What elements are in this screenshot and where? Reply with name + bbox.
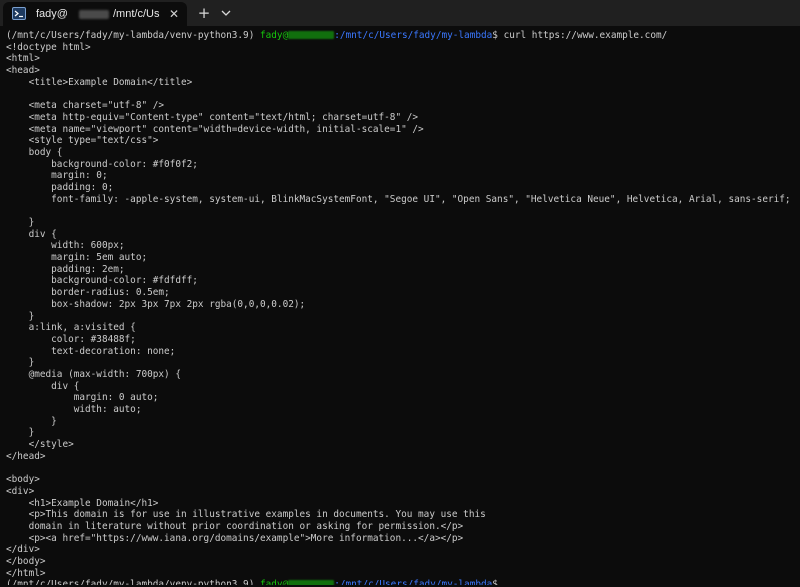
redacted-hostname <box>79 10 109 19</box>
output-line: <div> <box>6 485 35 497</box>
terminal-icon <box>12 7 26 20</box>
output-line: } <box>6 415 57 427</box>
prompt-line-final: (/mnt/c/Users/fady/my-lambda/venv-python… <box>6 579 796 585</box>
output-line: @media (max-width: 700px) { <box>6 368 181 380</box>
output-line: border-radius: 0.5em; <box>6 287 170 299</box>
output-line: } <box>6 427 35 439</box>
output-line: } <box>6 310 35 322</box>
output-line: box-shadow: 2px 3px 7px 2px rgba(0,0,0,0… <box>6 298 306 310</box>
output-line: <meta name="viewport" content="width=dev… <box>6 123 424 135</box>
output-line: <head> <box>6 65 40 77</box>
tab-active[interactable]: fady@ /mnt/c/Us ✕ <box>3 2 187 26</box>
output-line: width: 600px; <box>6 240 125 252</box>
output-line: <p>This domain is for use in illustrativ… <box>6 509 486 521</box>
output-line: <meta charset="utf-8" /> <box>6 100 165 112</box>
output-line: <!doctype html> <box>6 41 91 53</box>
output-line: padding: 2em; <box>6 263 125 275</box>
output-line: </html> <box>6 567 46 579</box>
output-line: div { <box>6 228 57 240</box>
redacted-hostname <box>288 580 335 585</box>
output-line: </head> <box>6 450 46 462</box>
redacted-hostname <box>288 31 335 39</box>
chevron-down-icon[interactable] <box>216 3 236 23</box>
output-line: a:link, a:visited { <box>6 322 136 334</box>
prompt-path: :/mnt/c/Users/fady/my-lambda <box>334 30 493 41</box>
tab-title: fady@ <box>36 8 68 20</box>
output-line: div { <box>6 380 80 392</box>
output-line: domain in literature without prior coord… <box>6 520 464 532</box>
output-line: width: auto; <box>6 404 142 415</box>
output-line: margin: 5em auto; <box>6 252 148 264</box>
output-line: } <box>6 357 35 369</box>
output-line: <style type="text/css"> <box>6 135 159 147</box>
prompt-user: fady@ <box>260 30 289 41</box>
prompt-user: fady@ <box>260 579 289 585</box>
prompt-symbol: $ <box>492 579 498 585</box>
output-line: background-color: #f0f0f2; <box>6 158 198 170</box>
output-line: <body> <box>6 474 40 486</box>
prompt-path: :/mnt/c/Users/fady/my-lambda <box>334 579 493 585</box>
prompt-line: (/mnt/c/Users/fady/my-lambda/venv-python… <box>6 30 796 42</box>
command-text: curl https://www.example.com/ <box>497 30 668 41</box>
terminal-window: fady@ /mnt/c/Us ✕ + (/mnt/c/Users/fady/m… <box>0 0 800 587</box>
output-line: </div> <box>6 544 40 556</box>
output-line: <p><a href="https://www.iana.org/domains… <box>6 532 464 544</box>
tab-bar: fady@ /mnt/c/Us ✕ + <box>0 0 800 26</box>
output-line: text-decoration: none; <box>6 345 176 357</box>
close-icon[interactable]: ✕ <box>166 6 182 22</box>
prompt-env: (/mnt/c/Users/fady/my-lambda/venv-python… <box>6 579 260 585</box>
output-line: padding: 0; <box>6 181 114 193</box>
output-line: <h1>Example Domain</h1> <box>6 497 159 509</box>
output-line: } <box>6 217 35 228</box>
output-line: <meta http-equiv="Content-type" content=… <box>6 111 419 123</box>
output-line: font-family: -apple-system, system-ui, B… <box>6 193 791 205</box>
prompt-env: (/mnt/c/Users/fady/my-lambda/venv-python… <box>6 30 260 41</box>
output-line: body { <box>6 146 63 158</box>
output-line: </body> <box>6 555 46 567</box>
output-lines: <!doctype html> <html> <head> <title>Examp… <box>6 42 796 580</box>
output-line: <title>Example Domain</title> <box>6 76 193 88</box>
output-line: margin: 0 auto; <box>6 392 159 404</box>
tab-path: /mnt/c/Us <box>113 8 160 20</box>
output-line: color: #38488f; <box>6 333 136 345</box>
output-line: background-color: #fdfdff; <box>6 275 198 287</box>
new-tab-button[interactable]: + <box>194 3 214 23</box>
output-line: <html> <box>6 53 40 65</box>
terminal-output[interactable]: (/mnt/c/Users/fady/my-lambda/venv-python… <box>6 30 796 585</box>
output-line: margin: 0; <box>6 170 108 182</box>
output-line: </style> <box>6 439 74 451</box>
